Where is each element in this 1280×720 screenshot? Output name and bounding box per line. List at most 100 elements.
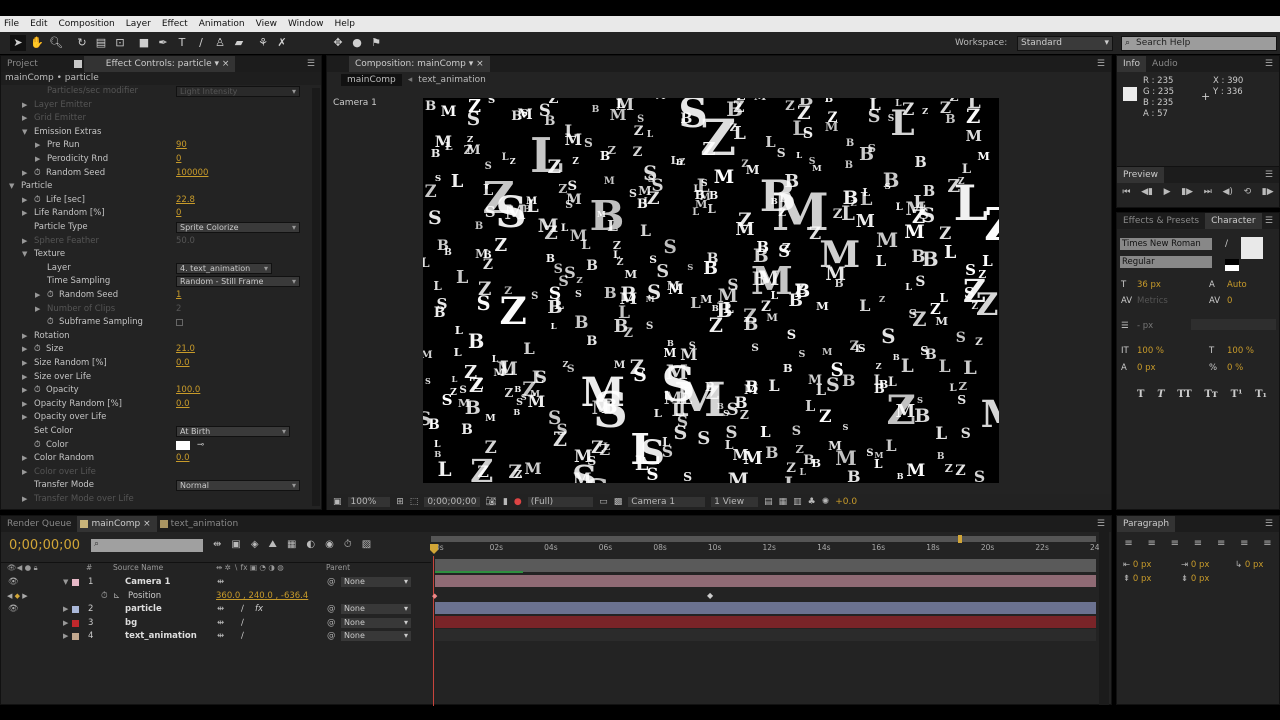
work-area-bar[interactable] — [431, 536, 1096, 542]
layer-name[interactable]: text_animation — [125, 630, 197, 643]
stopwatch-icon[interactable]: ⏱ — [34, 194, 41, 207]
subframe-sampling-checkbox[interactable] — [176, 319, 183, 327]
stroke-width-value[interactable]: - px — [1137, 321, 1153, 331]
expand-triangle-icon[interactable]: ▶ — [63, 617, 68, 630]
snapshot-icon[interactable]: 📷︎ — [486, 497, 497, 507]
label-color-chip[interactable] — [72, 606, 79, 613]
camera-tool-icon[interactable]: ▤ — [93, 35, 109, 51]
expand-triangle-icon[interactable]: ▶ — [35, 303, 40, 316]
loop-icon[interactable]: ⟲ — [1244, 187, 1252, 197]
font-size-value[interactable]: 36 px — [1137, 280, 1161, 290]
property-dropdown[interactable]: 4. text_animation — [176, 262, 272, 274]
region-of-interest-icon[interactable]: ⬚ — [410, 497, 419, 507]
reset-exposure-icon[interactable]: ✺ — [822, 497, 830, 507]
effect-switch-icon[interactable]: fx — [255, 603, 263, 616]
property-value[interactable]: 100.0 — [176, 384, 200, 397]
magnification-select[interactable]: 100% — [347, 497, 391, 507]
puppet-pin-tool-icon[interactable]: ✗ — [274, 35, 290, 51]
indent-left-field[interactable]: ⇤ 0 px — [1123, 560, 1151, 570]
tab-project[interactable]: Project — [1, 56, 44, 72]
property-value[interactable]: 50.0 — [176, 235, 195, 248]
shy-switch-icon[interactable]: ⇹ — [217, 630, 224, 643]
shy-switch-icon[interactable]: ⇹ — [217, 576, 224, 589]
expand-triangle-icon[interactable]: ▶ — [22, 384, 27, 397]
menu-window[interactable]: Window — [288, 19, 324, 29]
clone-stamp-tool-icon[interactable]: ♙ — [212, 35, 228, 51]
keyframe-start[interactable]: ◆ — [432, 592, 437, 600]
panel-menu-icon[interactable]: ☰ — [1265, 170, 1273, 180]
tsume-value[interactable]: 0 % — [1227, 363, 1243, 373]
space-before-field[interactable]: ⇞ 0 px — [1123, 574, 1151, 584]
exposure-value[interactable]: +0.0 — [835, 497, 857, 507]
channel-icon[interactable]: ● — [514, 497, 522, 507]
expand-triangle-icon[interactable]: ▶ — [63, 603, 68, 616]
quality-switch-icon[interactable]: ∕ — [241, 630, 244, 643]
layer-duration-bar[interactable] — [435, 615, 1096, 628]
font-family-select[interactable]: Times New Roman — [1120, 238, 1212, 250]
faux-italic-button[interactable]: T — [1157, 389, 1164, 400]
breadcrumb-maincomp[interactable]: mainComp — [341, 74, 402, 86]
vertical-scale-value[interactable]: 100 % — [1137, 346, 1164, 356]
stopwatch-icon[interactable]: ⏱ — [47, 316, 54, 329]
panel-menu-icon[interactable]: ☰ — [1265, 59, 1273, 69]
tab-audio[interactable]: Audio — [1146, 56, 1184, 72]
property-value[interactable]: 0 — [176, 207, 181, 220]
menu-edit[interactable]: Edit — [30, 19, 47, 29]
eye-icon[interactable]: 👁︎ — [8, 576, 19, 589]
eyedropper-icon[interactable]: ⊸ — [197, 439, 204, 452]
work-area-end-handle[interactable] — [958, 535, 962, 543]
toggle-transparency-icon[interactable]: ▣ — [333, 497, 342, 507]
current-time-display[interactable]: 0;00;00;00 — [424, 497, 480, 507]
tab-render-queue[interactable]: Render Queue — [1, 516, 77, 532]
menu-help[interactable]: Help — [334, 19, 355, 29]
expand-triangle-icon[interactable]: ▶ — [22, 343, 27, 356]
collapse-triangle-icon[interactable]: ▼ — [22, 126, 27, 139]
rectangle-tool-icon[interactable]: ■ — [136, 35, 152, 51]
pick-whip-icon[interactable]: @ — [327, 603, 336, 616]
expand-triangle-icon[interactable]: ▶ — [22, 411, 27, 424]
parent-select[interactable]: None — [341, 617, 411, 628]
menu-file[interactable]: File — [4, 19, 19, 29]
expand-triangle-icon[interactable]: ▶ — [22, 112, 27, 125]
tab-effects-presets[interactable]: Effects & Presets — [1117, 213, 1205, 229]
all-caps-button[interactable]: TT — [1177, 389, 1192, 400]
pen-tool-icon[interactable]: ✒ — [155, 35, 171, 51]
selection-tool-icon[interactable]: ➤ — [10, 35, 26, 51]
subscript-button[interactable]: T₁ — [1255, 389, 1267, 400]
stopwatch-icon[interactable]: ⏱ — [34, 167, 41, 180]
shy-switch-icon[interactable]: ⇹ — [217, 603, 224, 616]
workspace-select[interactable]: Standard ▾ — [1017, 36, 1113, 51]
property-value[interactable]: 100000 — [176, 167, 208, 180]
menu-layer[interactable]: Layer — [126, 19, 151, 29]
expand-triangle-icon[interactable]: ▶ — [22, 330, 27, 343]
stopwatch-icon[interactable]: ⏱ — [34, 384, 41, 397]
tab-paragraph[interactable]: Paragraph — [1117, 516, 1176, 532]
indent-first-field[interactable]: ↳ 0 px — [1235, 560, 1263, 570]
indent-right-field[interactable]: ⇥ 0 px — [1181, 560, 1209, 570]
rotate-tool-icon[interactable]: ↻ — [74, 35, 90, 51]
resolution-select[interactable]: (Full) — [527, 497, 594, 507]
view-layout-select[interactable]: 1 View — [711, 497, 759, 507]
expand-triangle-icon[interactable]: ▶ — [22, 99, 27, 112]
layer-row[interactable]: 👁︎ ▼ 1 Camera 1 ⇹ @ None — [1, 576, 431, 589]
search-help-input[interactable]: ⌕ Search Help — [1121, 36, 1277, 51]
leading-value[interactable]: Auto — [1227, 280, 1247, 290]
expand-triangle-icon[interactable]: ▶ — [22, 493, 27, 506]
tracking-value[interactable]: 0 — [1227, 296, 1232, 306]
property-value[interactable]: 0.0 — [176, 398, 190, 411]
property-value[interactable]: 0 — [176, 153, 181, 166]
tab-info[interactable]: Info — [1117, 56, 1147, 72]
property-value[interactable]: 2 — [176, 303, 181, 316]
expand-triangle-icon[interactable]: ▶ — [22, 207, 27, 220]
layer-name[interactable]: bg — [125, 617, 137, 630]
align-right-icon[interactable]: ≡ — [1171, 538, 1179, 549]
menu-view[interactable]: View — [256, 19, 277, 29]
expand-triangle-icon[interactable]: ▶ — [35, 289, 40, 302]
label-color-chip[interactable] — [72, 633, 79, 640]
camera-view-select[interactable]: Camera 1 — [628, 497, 706, 507]
align-left-icon[interactable]: ≡ — [1124, 538, 1132, 549]
collapse-triangle-icon[interactable]: ▼ — [63, 576, 68, 589]
stopwatch-icon[interactable]: ⏱ — [34, 439, 41, 452]
pick-whip-icon[interactable]: @ — [327, 617, 336, 630]
property-value[interactable]: 0.0 — [176, 452, 190, 465]
